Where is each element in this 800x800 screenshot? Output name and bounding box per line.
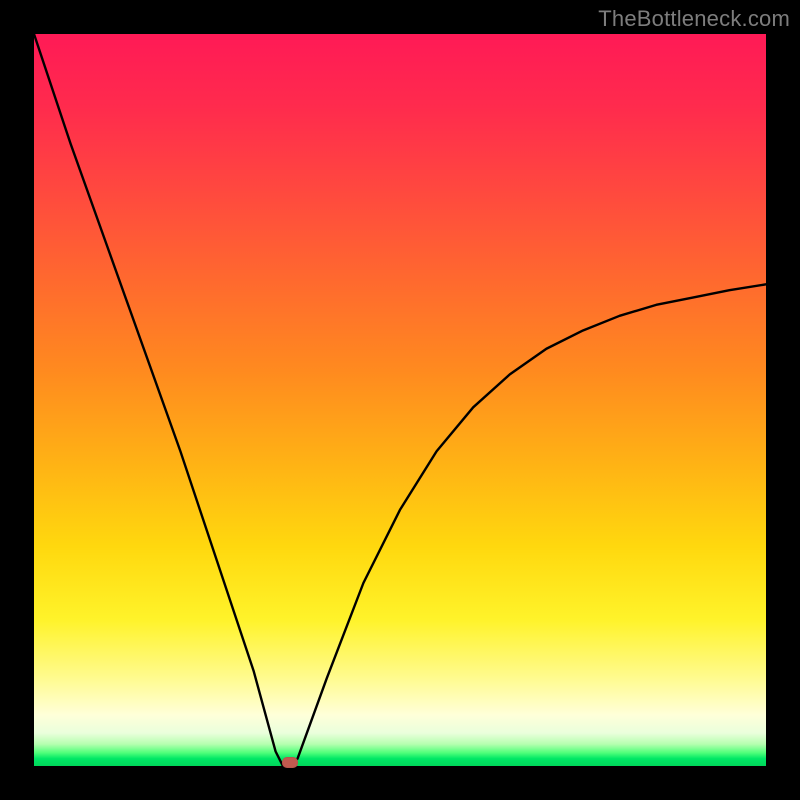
optimal-point-marker [282, 757, 298, 768]
bottleneck-curve [34, 34, 766, 766]
plot-area [34, 34, 766, 766]
chart-frame: TheBottleneck.com [0, 0, 800, 800]
watermark-text: TheBottleneck.com [598, 6, 790, 32]
